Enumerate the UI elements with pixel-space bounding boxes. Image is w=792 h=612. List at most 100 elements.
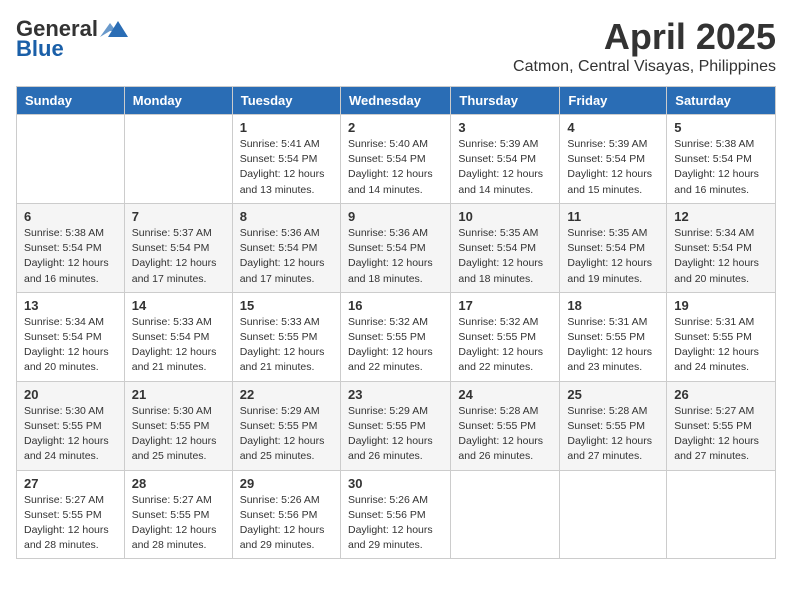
- calendar-cell: 21 Sunrise: 5:30 AM Sunset: 5:55 PM Dayli…: [124, 381, 232, 470]
- day-info: Sunrise: 5:34 AM Sunset: 5:54 PM Dayligh…: [674, 226, 768, 287]
- day-number: 27: [24, 476, 117, 491]
- day-number: 18: [567, 298, 659, 313]
- day-info: Sunrise: 5:31 AM Sunset: 5:55 PM Dayligh…: [567, 315, 659, 376]
- day-number: 11: [567, 209, 659, 224]
- logo-icon: [100, 19, 128, 39]
- logo-blue-text: Blue: [16, 36, 64, 62]
- day-info: Sunrise: 5:37 AM Sunset: 5:54 PM Dayligh…: [132, 226, 225, 287]
- day-number: 5: [674, 120, 768, 135]
- day-number: 8: [240, 209, 333, 224]
- day-info: Sunrise: 5:28 AM Sunset: 5:55 PM Dayligh…: [458, 404, 552, 465]
- day-number: 28: [132, 476, 225, 491]
- day-info: Sunrise: 5:36 AM Sunset: 5:54 PM Dayligh…: [240, 226, 333, 287]
- calendar-cell: 8 Sunrise: 5:36 AM Sunset: 5:54 PM Daylig…: [232, 203, 340, 292]
- calendar-cell: 13 Sunrise: 5:34 AM Sunset: 5:54 PM Dayli…: [17, 292, 125, 381]
- calendar-header-sunday: Sunday: [17, 87, 125, 115]
- day-number: 6: [24, 209, 117, 224]
- calendar-cell: 22Sunrise: 5:29 AM Sunset: 5:55 PM Dayli…: [232, 381, 340, 470]
- day-number: 29: [240, 476, 333, 491]
- day-info: Sunrise: 5:38 AM Sunset: 5:54 PM Dayligh…: [674, 137, 768, 198]
- day-info: Sunrise: 5:35 AM Sunset: 5:54 PM Dayligh…: [567, 226, 659, 287]
- calendar-cell: [17, 115, 125, 204]
- day-info: Sunrise: 5:27 AM Sunset: 5:55 PM Dayligh…: [132, 493, 225, 554]
- day-number: 30: [348, 476, 443, 491]
- calendar-cell: 24 Sunrise: 5:28 AM Sunset: 5:55 PM Dayli…: [451, 381, 560, 470]
- calendar-header-saturday: Saturday: [667, 87, 776, 115]
- calendar-cell: 28 Sunrise: 5:27 AM Sunset: 5:55 PM Dayli…: [124, 470, 232, 559]
- day-number: 26: [674, 387, 768, 402]
- calendar-header-row: SundayMondayTuesdayWednesdayThursdayFrid…: [17, 87, 776, 115]
- day-info: Sunrise: 5:41 AM Sunset: 5:54 PM Dayligh…: [240, 137, 333, 198]
- day-number: 3: [458, 120, 552, 135]
- day-info: Sunrise: 5:31 AM Sunset: 5:55 PM Dayligh…: [674, 315, 768, 376]
- calendar-week-row: 6 Sunrise: 5:38 AM Sunset: 5:54 PM Daylig…: [17, 203, 776, 292]
- day-info: Sunrise: 5:26 AM Sunset: 5:56 PM Dayligh…: [348, 493, 443, 554]
- day-info: Sunrise: 5:30 AM Sunset: 5:55 PM Dayligh…: [132, 404, 225, 465]
- day-number: 2: [348, 120, 443, 135]
- calendar-cell: 30 Sunrise: 5:26 AM Sunset: 5:56 PM Dayli…: [340, 470, 450, 559]
- month-title: April 2025: [513, 16, 776, 58]
- calendar-week-row: 1 Sunrise: 5:41 AM Sunset: 5:54 PM Daylig…: [17, 115, 776, 204]
- calendar-cell: [451, 470, 560, 559]
- calendar-table: SundayMondayTuesdayWednesdayThursdayFrid…: [16, 86, 776, 559]
- calendar-cell: 2Sunrise: 5:40 AM Sunset: 5:54 PM Daylig…: [340, 115, 450, 204]
- day-info: Sunrise: 5:34 AM Sunset: 5:54 PM Dayligh…: [24, 315, 117, 376]
- day-info: Sunrise: 5:33 AM Sunset: 5:55 PM Dayligh…: [240, 315, 333, 376]
- calendar-cell: 9 Sunrise: 5:36 AM Sunset: 5:54 PM Daylig…: [340, 203, 450, 292]
- day-info: Sunrise: 5:32 AM Sunset: 5:55 PM Dayligh…: [458, 315, 552, 376]
- calendar-cell: 15 Sunrise: 5:33 AM Sunset: 5:55 PM Dayli…: [232, 292, 340, 381]
- calendar-cell: 18 Sunrise: 5:31 AM Sunset: 5:55 PM Dayli…: [560, 292, 667, 381]
- calendar-cell: [124, 115, 232, 204]
- day-number: 19: [674, 298, 768, 313]
- day-info: Sunrise: 5:32 AM Sunset: 5:55 PM Dayligh…: [348, 315, 443, 376]
- day-info: Sunrise: 5:27 AM Sunset: 5:55 PM Dayligh…: [674, 404, 768, 465]
- calendar-cell: 5 Sunrise: 5:38 AM Sunset: 5:54 PM Daylig…: [667, 115, 776, 204]
- day-number: 7: [132, 209, 225, 224]
- calendar-header-friday: Friday: [560, 87, 667, 115]
- page-header: General Blue April 2025 Catmon, Central …: [16, 16, 776, 76]
- calendar-cell: 25 Sunrise: 5:28 AM Sunset: 5:55 PM Dayli…: [560, 381, 667, 470]
- day-number: 15: [240, 298, 333, 313]
- calendar-header-thursday: Thursday: [451, 87, 560, 115]
- calendar-cell: 16Sunrise: 5:32 AM Sunset: 5:55 PM Dayli…: [340, 292, 450, 381]
- calendar-cell: 6 Sunrise: 5:38 AM Sunset: 5:54 PM Daylig…: [17, 203, 125, 292]
- day-number: 24: [458, 387, 552, 402]
- day-info: Sunrise: 5:27 AM Sunset: 5:55 PM Dayligh…: [24, 493, 117, 554]
- day-number: 13: [24, 298, 117, 313]
- calendar-cell: 29 Sunrise: 5:26 AM Sunset: 5:56 PM Dayli…: [232, 470, 340, 559]
- calendar-header-tuesday: Tuesday: [232, 87, 340, 115]
- day-info: Sunrise: 5:33 AM Sunset: 5:54 PM Dayligh…: [132, 315, 225, 376]
- calendar-cell: 1 Sunrise: 5:41 AM Sunset: 5:54 PM Daylig…: [232, 115, 340, 204]
- calendar-week-row: 27 Sunrise: 5:27 AM Sunset: 5:55 PM Dayli…: [17, 470, 776, 559]
- day-info: Sunrise: 5:28 AM Sunset: 5:55 PM Dayligh…: [567, 404, 659, 465]
- day-number: 17: [458, 298, 552, 313]
- day-number: 23: [348, 387, 443, 402]
- calendar-cell: 12 Sunrise: 5:34 AM Sunset: 5:54 PM Dayli…: [667, 203, 776, 292]
- calendar-cell: 10Sunrise: 5:35 AM Sunset: 5:54 PM Dayli…: [451, 203, 560, 292]
- calendar-cell: 26 Sunrise: 5:27 AM Sunset: 5:55 PM Dayli…: [667, 381, 776, 470]
- day-info: Sunrise: 5:30 AM Sunset: 5:55 PM Dayligh…: [24, 404, 117, 465]
- calendar-header-wednesday: Wednesday: [340, 87, 450, 115]
- calendar-cell: 23Sunrise: 5:29 AM Sunset: 5:55 PM Dayli…: [340, 381, 450, 470]
- calendar-header-monday: Monday: [124, 87, 232, 115]
- calendar-cell: [667, 470, 776, 559]
- calendar-cell: 27 Sunrise: 5:27 AM Sunset: 5:55 PM Dayli…: [17, 470, 125, 559]
- day-info: Sunrise: 5:36 AM Sunset: 5:54 PM Dayligh…: [348, 226, 443, 287]
- calendar-week-row: 20Sunrise: 5:30 AM Sunset: 5:55 PM Dayli…: [17, 381, 776, 470]
- day-number: 21: [132, 387, 225, 402]
- location-title: Catmon, Central Visayas, Philippines: [513, 58, 776, 76]
- day-number: 12: [674, 209, 768, 224]
- day-info: Sunrise: 5:38 AM Sunset: 5:54 PM Dayligh…: [24, 226, 117, 287]
- day-info: Sunrise: 5:29 AM Sunset: 5:55 PM Dayligh…: [240, 404, 333, 465]
- calendar-week-row: 13 Sunrise: 5:34 AM Sunset: 5:54 PM Dayli…: [17, 292, 776, 381]
- calendar-cell: 11 Sunrise: 5:35 AM Sunset: 5:54 PM Dayli…: [560, 203, 667, 292]
- day-number: 1: [240, 120, 333, 135]
- calendar-cell: 4Sunrise: 5:39 AM Sunset: 5:54 PM Daylig…: [560, 115, 667, 204]
- calendar-cell: 3Sunrise: 5:39 AM Sunset: 5:54 PM Daylig…: [451, 115, 560, 204]
- day-info: Sunrise: 5:26 AM Sunset: 5:56 PM Dayligh…: [240, 493, 333, 554]
- day-number: 9: [348, 209, 443, 224]
- logo: General Blue: [16, 16, 128, 62]
- calendar-cell: 7 Sunrise: 5:37 AM Sunset: 5:54 PM Daylig…: [124, 203, 232, 292]
- day-number: 25: [567, 387, 659, 402]
- day-info: Sunrise: 5:35 AM Sunset: 5:54 PM Dayligh…: [458, 226, 552, 287]
